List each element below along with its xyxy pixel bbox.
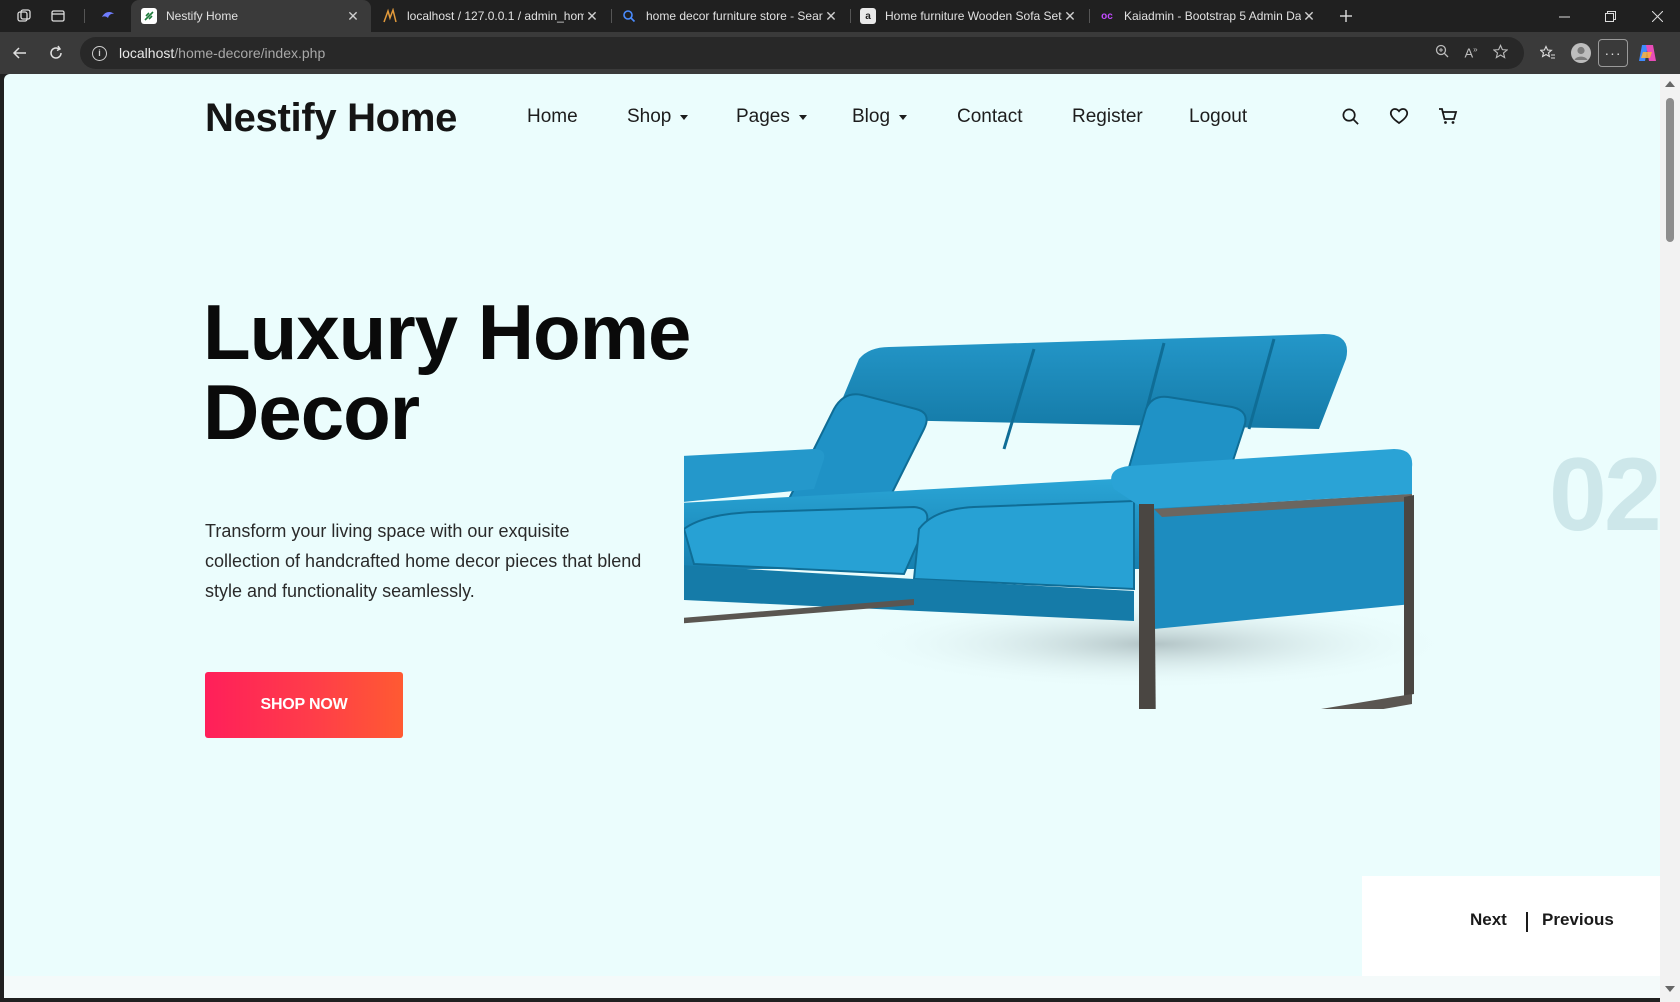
amazon-icon: a [860,8,876,24]
scroll-up-icon[interactable] [1665,81,1675,87]
scroll-down-icon[interactable] [1665,986,1675,992]
address-bar[interactable]: i localhost/home-decore/index.php A» [80,37,1524,69]
search-icon[interactable] [1338,104,1362,128]
chevron-down-icon [798,114,807,120]
cart-icon[interactable] [1436,104,1460,128]
next-button[interactable]: Next [1470,910,1507,930]
workspaces-icon[interactable] [14,6,34,26]
phpmyadmin-icon [382,8,398,24]
tab-kaiadmin[interactable]: oc Kaiadmin - Bootstrap 5 Admin Da ✕ [1089,0,1327,32]
search-icon [621,8,637,24]
tab-pinned[interactable] [90,0,128,32]
minimize-icon[interactable] [1541,0,1587,32]
slider-pager: Next Previous [1362,876,1660,976]
site-logo[interactable]: Nestify Home [205,96,457,141]
copilot-icon[interactable] [1628,42,1666,64]
close-tab-icon[interactable]: ✕ [584,8,600,25]
nav-register[interactable]: Register [1072,106,1143,128]
tab-title: Nestify Home [166,9,239,23]
scrollbar-thumb[interactable] [1666,98,1674,242]
favorite-star-icon[interactable] [1486,43,1514,63]
tab-title: localhost / 127.0.0.1 / admin_hom [407,9,584,23]
nav-pages[interactable]: Pages [736,106,807,128]
browser-tab-bar: Nestify Home ✕ localhost / 127.0.0.1 / a… [0,0,1680,32]
chevron-down-icon [899,114,908,120]
nav-blog[interactable]: Blog [852,106,908,128]
close-tab-icon[interactable]: ✕ [345,8,361,25]
tab-title: Home furniture Wooden Sofa Set [885,9,1062,23]
heart-icon[interactable] [1387,104,1411,128]
bird-icon [100,8,116,24]
hero-title: Luxury Home Decor [203,288,691,456]
tab-search[interactable]: home decor furniture store - Sear ✕ [611,0,849,32]
restore-icon[interactable] [1587,0,1633,32]
site-info-icon[interactable]: i [92,45,107,61]
nav-home[interactable]: Home [527,106,578,128]
close-tab-icon[interactable]: ✕ [1062,8,1078,25]
chevron-down-icon [680,114,689,120]
shop-now-button[interactable]: SHOP NOW [205,672,403,738]
profile-avatar[interactable] [1564,42,1598,64]
new-tab-icon[interactable] [1336,6,1356,26]
nav-logout[interactable]: Logout [1189,106,1247,128]
close-window-icon[interactable] [1634,0,1680,32]
tab-nestify-home[interactable]: Nestify Home ✕ [131,0,371,32]
page-viewport: Nestify Home Home Shop Pages Blog Contac… [4,74,1660,998]
nav-shop[interactable]: Shop [627,106,689,128]
url-text: localhost/home-decore/index.php [119,45,326,61]
back-icon[interactable] [8,41,32,65]
tab-title: Kaiadmin - Bootstrap 5 Admin Da [1124,9,1301,23]
refresh-icon[interactable] [44,41,68,65]
favorites-icon[interactable] [1532,45,1564,61]
more-options-icon[interactable]: ··· [1598,39,1628,67]
tab-phpmyadmin[interactable]: localhost / 127.0.0.1 / admin_hom ✕ [372,0,610,32]
tab-actions-icon[interactable] [48,6,68,26]
browser-toolbar: i localhost/home-decore/index.php A» ··· [0,32,1680,74]
leaf-icon [141,8,157,24]
hero-sofa-image [651,329,1464,751]
read-aloud-icon[interactable]: A» [1456,45,1486,60]
close-tab-icon[interactable]: ✕ [823,8,839,25]
hero-description: Transform your living space with our exq… [205,521,642,601]
tab-amazon[interactable]: a Home furniture Wooden Sofa Set ✕ [850,0,1088,32]
page-scrollbar[interactable] [1660,74,1680,1002]
close-tab-icon[interactable]: ✕ [1301,8,1317,25]
nav-contact[interactable]: Contact [957,106,1022,128]
next-section-edge [4,976,1660,998]
pager-divider [1526,912,1528,932]
zoom-icon[interactable] [1428,44,1456,62]
slide-number: 02 [1549,437,1660,553]
previous-button[interactable]: Previous [1542,910,1614,930]
tab-title: home decor furniture store - Sear [646,9,823,23]
kaiadmin-icon: oc [1101,10,1113,22]
